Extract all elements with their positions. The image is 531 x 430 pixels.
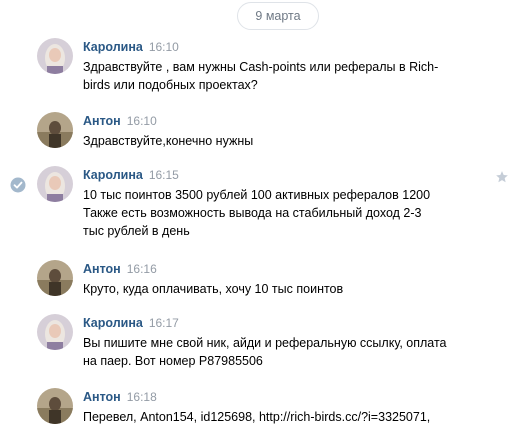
- message-text: Вы пишите мне свой ник, айди и реферальн…: [83, 336, 447, 368]
- author-label[interactable]: Каролина: [83, 168, 143, 182]
- avatar[interactable]: [37, 260, 73, 296]
- message-text: Здравствуйте , вам нужны Cash-points или…: [83, 60, 439, 92]
- message-time[interactable]: 16:16: [127, 262, 157, 276]
- avatar[interactable]: [37, 314, 73, 350]
- author-label[interactable]: Каролина: [83, 40, 143, 54]
- avatar[interactable]: [37, 166, 73, 202]
- message-time[interactable]: 16:10: [149, 40, 179, 54]
- avatar[interactable]: [37, 38, 73, 74]
- message-time[interactable]: 16:15: [149, 168, 179, 182]
- avatar[interactable]: [37, 388, 73, 424]
- author-label[interactable]: Каролина: [83, 316, 143, 330]
- author-name[interactable]: Каролина 16:10: [83, 40, 179, 54]
- author-name[interactable]: Каролина 16:17: [83, 316, 179, 330]
- author-name[interactable]: Антон 16:16: [83, 262, 157, 276]
- message-time[interactable]: 16:17: [149, 316, 179, 330]
- message-text: Круто, куда оплачивать, хочу 10 тыс поин…: [83, 282, 344, 296]
- message-text: Здравствуйте,конечно нужны: [83, 134, 254, 148]
- author-label[interactable]: Антон: [83, 262, 121, 276]
- message-text: Перевел, Anton154, id125698, http://rich…: [83, 410, 431, 424]
- avatar[interactable]: [37, 112, 73, 148]
- author-name[interactable]: Каролина 16:15: [83, 168, 179, 182]
- message-text: 10 тыс поинтов 3500 рублей 100 активных …: [83, 188, 431, 238]
- date-separator: 9 марта: [237, 2, 319, 30]
- author-label[interactable]: Антон: [83, 390, 121, 404]
- check-circle-icon: [10, 177, 26, 193]
- message-time[interactable]: 16:18: [127, 390, 157, 404]
- author-name[interactable]: Антон 16:18: [83, 390, 157, 404]
- message-time[interactable]: 16:10: [127, 114, 157, 128]
- star-icon[interactable]: [495, 170, 509, 184]
- author-name[interactable]: Антон 16:10: [83, 114, 157, 128]
- author-label[interactable]: Антон: [83, 114, 121, 128]
